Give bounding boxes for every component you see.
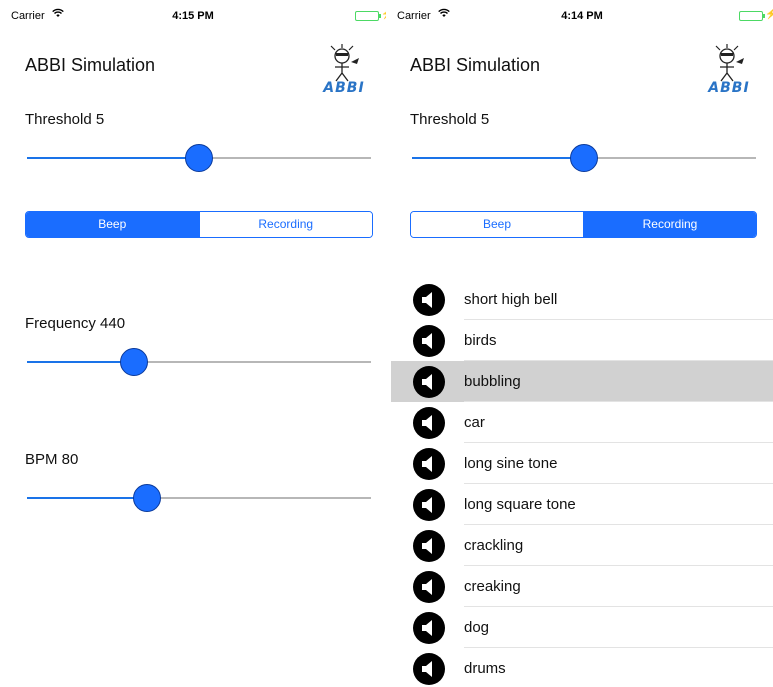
slider-track-fill <box>27 497 148 499</box>
speaker-icon <box>413 489 445 521</box>
page-title: ABBI Simulation <box>410 55 541 75</box>
segment-recording[interactable]: Recording <box>198 212 372 237</box>
speaker-icon <box>413 407 445 439</box>
speaker-icon <box>413 284 445 316</box>
speaker-icon <box>413 653 445 685</box>
sound-name: birds <box>464 332 497 349</box>
speaker-icon <box>413 612 445 644</box>
speaker-icon <box>413 325 445 357</box>
charging-bolt-icon: ⚡ <box>765 9 773 20</box>
sound-list-item[interactable]: birds <box>391 320 773 361</box>
threshold-slider[interactable] <box>27 143 371 173</box>
slider-thumb[interactable] <box>185 144 213 172</box>
slider-track-fill <box>27 361 134 363</box>
bpm-slider[interactable] <box>27 483 371 513</box>
status-bar: Carrier 4:14 PM ⚡ <box>391 0 773 22</box>
sound-name: drums <box>464 660 506 677</box>
speaker-icon <box>413 530 445 562</box>
slider-thumb[interactable] <box>133 484 162 512</box>
slider-thumb[interactable] <box>119 348 148 376</box>
threshold-slider[interactable] <box>412 143 756 173</box>
sound-list-item[interactable]: dog <box>391 607 773 648</box>
sound-name: dog <box>464 619 490 636</box>
segment-beep[interactable]: Beep <box>411 212 583 237</box>
sound-name: long sine tone <box>464 455 558 472</box>
sound-name: creaking <box>464 578 521 595</box>
status-time: 4:15 PM <box>172 10 214 22</box>
battery-icon <box>739 11 765 21</box>
sound-list-item[interactable]: car <box>391 402 773 443</box>
status-bar: Carrier 4:15 PM ⚡ <box>0 0 386 22</box>
frequency-slider[interactable] <box>27 347 371 377</box>
slider-thumb[interactable] <box>570 144 598 172</box>
speaker-icon <box>413 571 445 603</box>
logo-text: ABBI <box>323 80 365 96</box>
screen-recording: Carrier 4:14 PM ⚡ ABBI Simulation ABBI T… <box>391 0 773 687</box>
status-time: 4:14 PM <box>561 10 603 22</box>
mode-segmented-control[interactable]: Beep Recording <box>25 211 373 238</box>
bpm-label: BPM 80 <box>25 451 79 468</box>
sound-name: bubbling <box>464 373 521 390</box>
segment-beep[interactable]: Beep <box>26 212 199 237</box>
frequency-label: Frequency 440 <box>25 315 126 332</box>
sound-name: long square tone <box>464 496 576 513</box>
sound-name: short high bell <box>464 291 558 308</box>
mode-segmented-control[interactable]: Beep Recording <box>410 211 757 238</box>
charging-bolt-icon: ⚡ <box>381 9 386 20</box>
slider-track-fill <box>412 157 584 159</box>
sound-list-item[interactable]: crackling <box>391 525 773 566</box>
sound-list-item[interactable]: long square tone <box>391 484 773 525</box>
segment-recording[interactable]: Recording <box>583 212 756 237</box>
sound-list: short high bell birds bubbling car long sine… <box>391 279 773 687</box>
sound-list-item[interactable]: drums <box>391 648 773 687</box>
logo-text: ABBI <box>708 80 750 96</box>
sound-list-item[interactable]: bubbling <box>391 361 773 402</box>
abbi-logo: ABBI <box>321 44 367 96</box>
sound-name: car <box>464 414 485 431</box>
page-title: ABBI Simulation <box>25 55 156 75</box>
threshold-label: Threshold 5 <box>25 111 105 128</box>
screen-beep: Carrier 4:15 PM ⚡ ABBI Simulation ABBI T… <box>0 0 386 687</box>
slider-track-fill <box>27 157 199 159</box>
sound-list-item[interactable]: long sine tone <box>391 443 773 484</box>
speaker-icon <box>413 366 445 398</box>
threshold-label: Threshold 5 <box>410 111 490 128</box>
battery-icon <box>355 11 381 21</box>
abbi-logo: ABBI <box>706 44 752 96</box>
speaker-icon <box>413 448 445 480</box>
sound-name: crackling <box>464 537 524 554</box>
sound-list-item[interactable]: short high bell <box>391 279 773 320</box>
sound-list-item[interactable]: creaking <box>391 566 773 607</box>
